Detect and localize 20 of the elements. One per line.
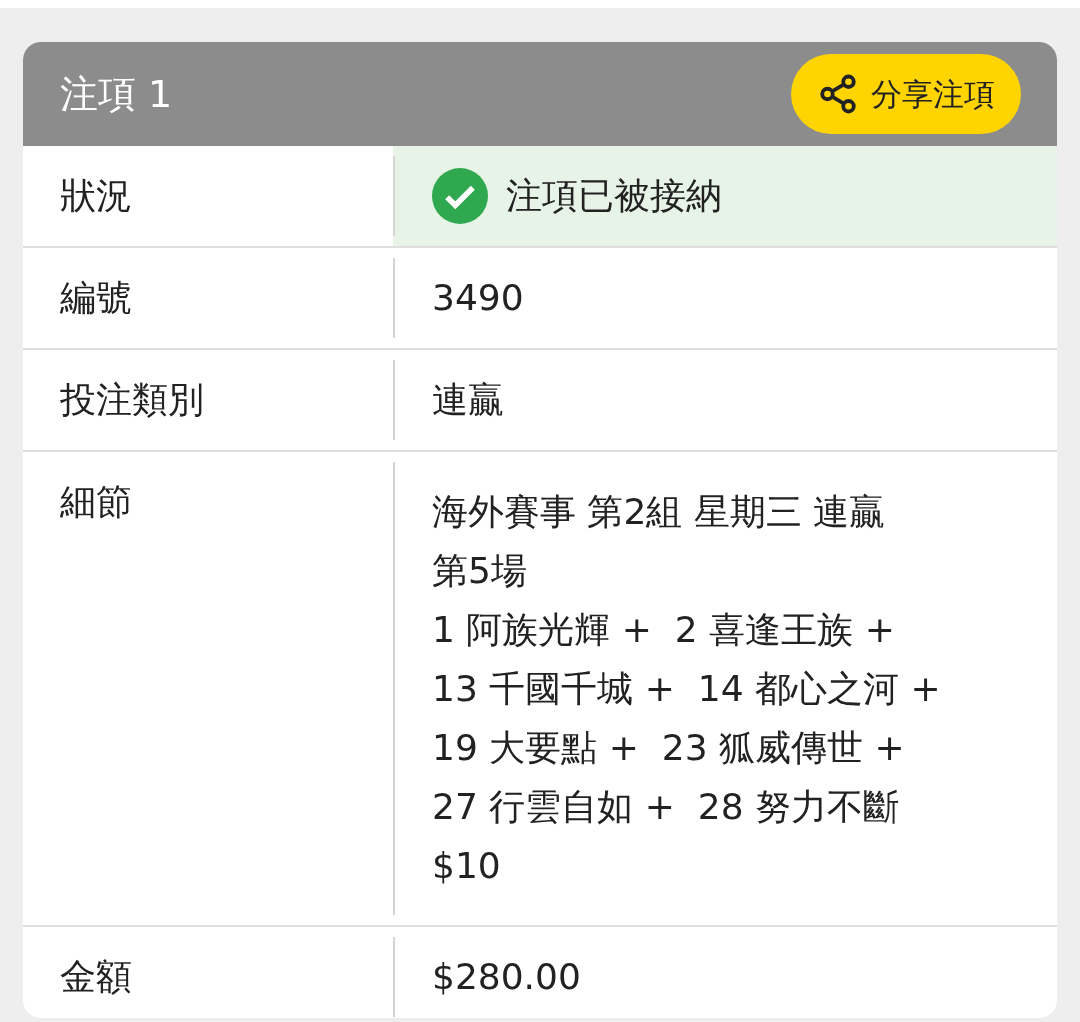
field-label: 細節 <box>60 480 132 524</box>
detail-line: 1 阿族光輝 + 2 喜逢王族 + <box>432 608 896 652</box>
field-label: 金額 <box>60 955 132 999</box>
field-value: 3490 <box>432 276 525 320</box>
status-text: 注項已被接納 <box>506 174 722 218</box>
field-label: 狀況 <box>60 174 132 218</box>
detail-line: $10 <box>432 844 502 888</box>
detail-line: 27 行雲自如 + 28 努力不斷 <box>432 785 900 829</box>
detail-line: 13 千國千城 + 14 都心之河 + <box>432 667 942 711</box>
check-icon <box>432 168 488 224</box>
detail-line: 第5場 <box>432 549 528 593</box>
field-value: 連贏 <box>432 378 505 422</box>
detail-line: 海外賽事 第2組 星期三 連贏 <box>432 490 887 534</box>
share-icon <box>817 73 859 115</box>
share-button[interactable]: 分享注項 <box>791 54 1021 134</box>
field-label: 投注類別 <box>60 378 204 422</box>
field-value: $280.00 <box>432 955 582 999</box>
card-title: 注項 1 <box>60 70 173 118</box>
detail-line: 19 大要點 + 23 狐威傳世 + <box>432 726 906 770</box>
field-label: 編號 <box>60 276 132 320</box>
